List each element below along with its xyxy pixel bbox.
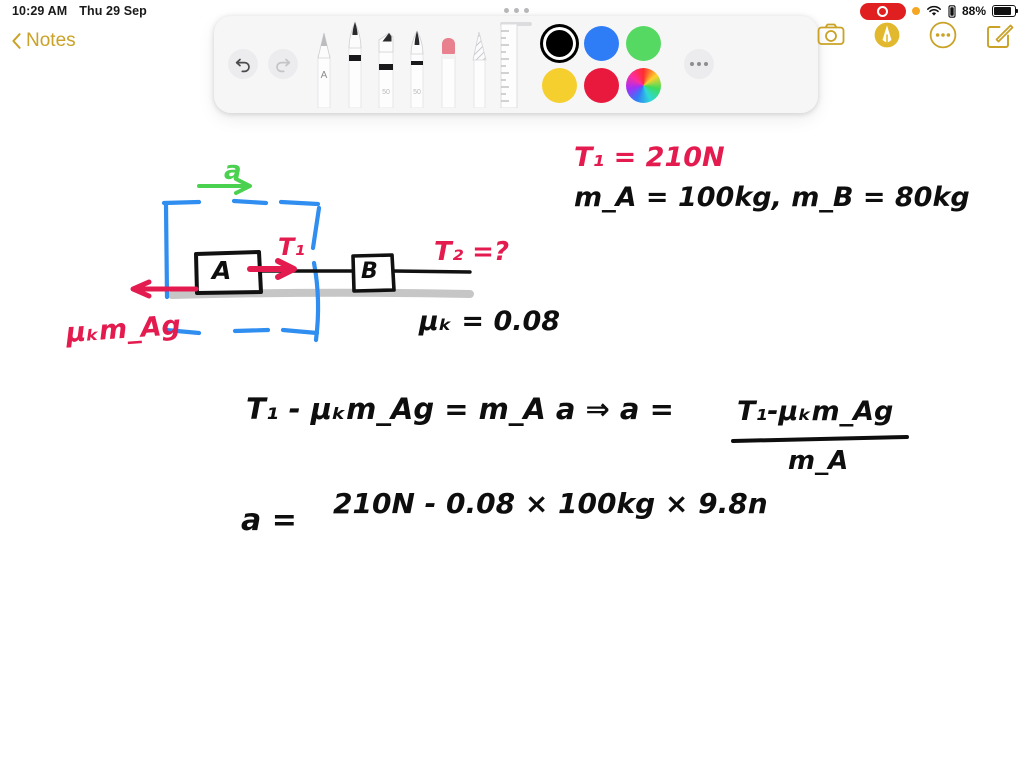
fbd-right-seg2 xyxy=(311,260,321,343)
given-mu-label: μₖ = 0.08 xyxy=(419,306,561,337)
notes-app-window: 10:29 AM Thu 29 Sep 88% Notes A 50 50 A … xyxy=(0,0,1024,768)
tension1-label: T₁ xyxy=(278,233,305,261)
back-button-label: Notes xyxy=(26,30,76,51)
markup-palette-container: A 50 50 xyxy=(214,8,818,113)
svg-text:A: A xyxy=(321,70,328,81)
given-tension-label: T₁ = 210N xyxy=(574,142,725,173)
color-swatch-blue[interactable] xyxy=(583,25,619,61)
color-swatch-yellow[interactable] xyxy=(541,67,577,103)
fraction-numerator: T₁-μₖm_Ag xyxy=(737,396,894,427)
color-swatch-black[interactable] xyxy=(545,29,573,57)
dot xyxy=(697,62,701,66)
fraction-bar xyxy=(731,435,909,443)
grabber-dot xyxy=(523,8,529,13)
fbd-bottom-seg3 xyxy=(280,327,320,336)
grabber-dot xyxy=(503,8,509,13)
fraction-denominator: m_A xyxy=(788,446,849,476)
redo-icon xyxy=(276,58,291,73)
markup-palette: A 50 50 xyxy=(214,16,818,113)
grabber-dot xyxy=(513,8,519,13)
smudge-tool[interactable] xyxy=(465,28,493,113)
compose-icon[interactable] xyxy=(984,20,1014,50)
highlighter-tool[interactable]: 50 xyxy=(372,28,400,113)
color-swatch-red[interactable] xyxy=(583,67,619,103)
undo-icon xyxy=(235,58,250,73)
highlighter-tool-icon: 50 xyxy=(378,32,394,109)
substitution-rhs: 210N - 0.08 × 100kg × 9.8n xyxy=(333,487,768,520)
brush-tool[interactable]: 50 xyxy=(403,28,431,113)
smudge-tool-icon xyxy=(472,31,487,109)
fbd-top-seg3 xyxy=(278,199,321,207)
color-swatch-green[interactable] xyxy=(625,25,661,61)
back-to-notes-button[interactable]: Notes xyxy=(12,30,76,52)
drawing-tools-row: A 50 50 xyxy=(310,20,522,113)
redo-button[interactable] xyxy=(268,49,298,79)
fbd-right-seg1 xyxy=(310,205,322,251)
undo-redo-group xyxy=(228,49,298,79)
handwriting-strokes xyxy=(130,177,909,443)
pencil-tool-icon: A xyxy=(317,32,331,109)
fbd-top-seg2 xyxy=(231,198,269,206)
fbd-bottom-seg2 xyxy=(232,327,271,334)
camera-icon[interactable] xyxy=(816,20,846,50)
acceleration-label: a xyxy=(224,156,242,186)
fbd-top-seg1 xyxy=(161,199,202,206)
more-icon[interactable] xyxy=(928,20,958,50)
fbd-left-edge xyxy=(163,202,170,300)
pencil-tool[interactable]: A xyxy=(310,28,338,113)
undo-button[interactable] xyxy=(228,49,258,79)
ruler-tool[interactable] xyxy=(496,20,522,113)
block-b-label: B xyxy=(361,259,378,284)
svg-text:50: 50 xyxy=(413,89,421,96)
palette-grabber-dots[interactable] xyxy=(214,8,818,13)
given-masses-label: m_A = 100kg, m_B = 80kg xyxy=(574,182,970,213)
note-actions-toolbar xyxy=(816,20,1014,50)
pen-tool-icon xyxy=(348,20,362,109)
dot xyxy=(704,62,708,66)
eraser-tool-icon xyxy=(441,38,456,109)
equation-line: T₁ - μₖm_Ag = m_A a ⇒ a = xyxy=(246,392,674,426)
ruler-tool-icon xyxy=(500,23,518,109)
eraser-tool[interactable] xyxy=(434,28,462,113)
markup-icon[interactable] xyxy=(872,20,902,50)
svg-text:50: 50 xyxy=(382,89,390,96)
block-a-label: A xyxy=(212,256,232,285)
color-swatch-color-wheel[interactable] xyxy=(625,67,661,103)
rope-b-to-right xyxy=(392,269,472,274)
brush-tool-icon: 50 xyxy=(410,30,424,109)
dot xyxy=(690,62,694,66)
chevron-left-icon xyxy=(12,33,21,49)
note-drawing-canvas[interactable]: A B a T₁ T₂ =? μₖm_Ag T₁ = 210N m_A = 10… xyxy=(0,0,1024,768)
tension2-question-label: T₂ =? xyxy=(434,237,510,267)
color-swatch-grid xyxy=(540,24,662,104)
pen-tool[interactable] xyxy=(341,20,369,113)
substitution-lhs: a = xyxy=(241,503,297,538)
palette-more-button[interactable] xyxy=(684,49,714,79)
